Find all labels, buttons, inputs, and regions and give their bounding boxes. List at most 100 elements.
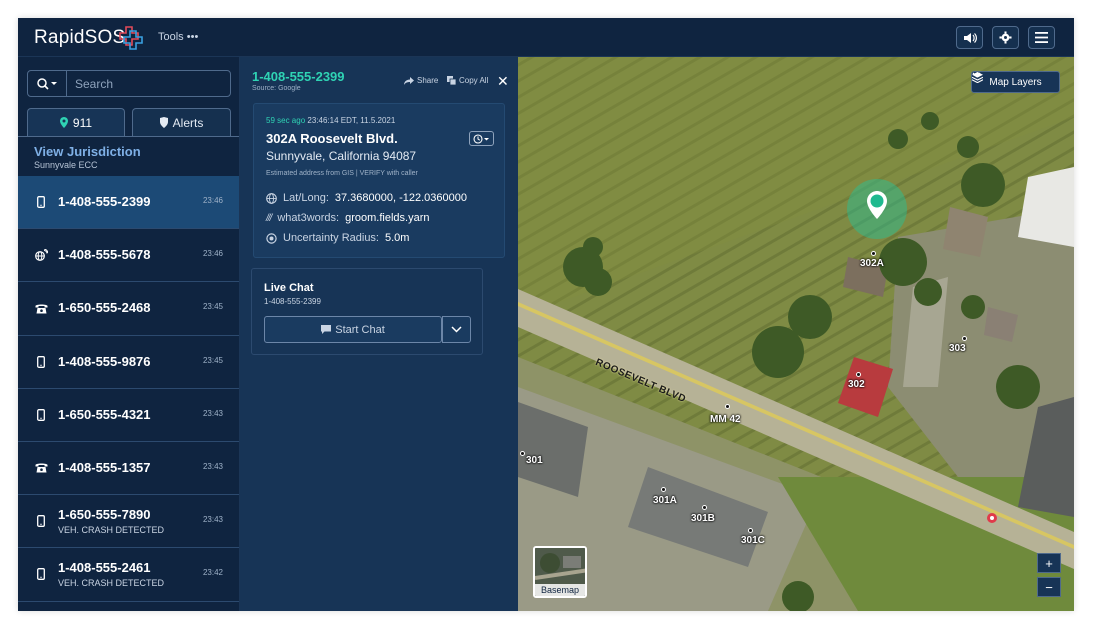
- call-list-item[interactable]: 1-408-555-2399 23:46: [18, 176, 239, 230]
- address-point-marker: [748, 528, 753, 533]
- map-label-301: 301: [526, 455, 543, 466]
- what3words-label: what3words:: [277, 212, 340, 224]
- call-number: 1-650-555-7890: [58, 507, 151, 523]
- rapidsos-logo-icon: [119, 26, 143, 50]
- volume-icon: [963, 32, 977, 43]
- map-label-303: 303: [949, 343, 966, 354]
- uncertainty-row: Uncertainty Radius: 5.0m: [266, 232, 409, 244]
- search-input[interactable]: [68, 71, 230, 96]
- mobile-phone-icon: [34, 408, 48, 422]
- call-list-item[interactable]: 1-408-555-9876 23:45: [18, 335, 239, 389]
- tab-alerts[interactable]: Alerts: [132, 108, 231, 136]
- mobile-phone-icon: [34, 567, 48, 581]
- mobile-phone-icon: [34, 514, 48, 528]
- call-number: 1-408-555-9876: [58, 353, 151, 369]
- shield-icon: [159, 117, 168, 128]
- call-list-item[interactable]: 1-408-555-5678 23:46: [18, 229, 239, 283]
- call-detail-panel: 1-408-555-2399 Source: Google Share Copy…: [240, 57, 518, 611]
- mobile-phone-icon: [34, 355, 48, 369]
- call-list-item[interactable]: 1-650-555-2468 23:45: [18, 282, 239, 336]
- latlong-row: Lat/Long: 37.3680000, -122.0360000: [266, 192, 467, 204]
- basemap-toggle[interactable]: Basemap: [533, 546, 587, 598]
- call-timestamp: 23:46:14 EDT, 11.5.2021: [307, 116, 396, 125]
- jurisdiction-section: View Jurisdiction Sunnyvale ECC: [18, 136, 239, 176]
- latlong-value: 37.3680000, -122.0360000: [334, 192, 467, 204]
- address-point-marker: [962, 336, 967, 341]
- call-time: 23:43: [202, 461, 223, 471]
- map-layers-button[interactable]: Map Layers: [971, 71, 1060, 93]
- incident-marker-icon: [987, 513, 997, 523]
- zoom-in-button[interactable]: +: [1037, 553, 1061, 573]
- call-time: 23:45: [202, 302, 223, 312]
- view-jurisdiction-link[interactable]: View Jurisdiction: [34, 144, 141, 159]
- address-line-1: 302A Roosevelt Blvd.: [266, 131, 398, 146]
- voip-globe-icon: [34, 248, 48, 262]
- map-view[interactable]: 302A 303 302 MM 42 301 301A 301B 301C RO…: [518, 57, 1074, 611]
- search-filter-button[interactable]: [28, 71, 67, 96]
- call-list-item[interactable]: 1-408-555-2461 VEH. CRASH DETECTED 23:42: [18, 548, 239, 602]
- zoom-out-button[interactable]: −: [1037, 577, 1061, 597]
- call-list: 1-408-555-2399 23:46 1-408-555-5678 23:4…: [18, 176, 239, 602]
- start-chat-label: Start Chat: [335, 323, 385, 336]
- map-layers-label: Map Layers: [989, 76, 1042, 88]
- call-time: 23:46: [202, 196, 223, 205]
- call-list-item[interactable]: 1-650-555-7890 VEH. CRASH DETECTED 23:43: [18, 495, 239, 549]
- search-icon: [37, 77, 57, 90]
- what3words-value: groom.fields.yarn: [345, 212, 430, 224]
- location-source: Source: Google: [252, 85, 301, 92]
- chevron-down-icon: [972, 72, 981, 78]
- call-number: 1-650-555-4321: [58, 406, 151, 422]
- location-pin-icon: [59, 117, 68, 128]
- address-point-marker: [702, 505, 707, 510]
- settings-button[interactable]: [992, 26, 1019, 49]
- address-point-marker: [661, 487, 666, 492]
- tab-alerts-label: Alerts: [172, 115, 204, 130]
- landline-phone-icon: [34, 301, 48, 315]
- call-number: 1-408-555-2399: [58, 194, 151, 209]
- call-received-time: 59 sec ago 23:46:14 EDT, 11.5.2021: [266, 116, 395, 125]
- mobile-phone-icon: [34, 195, 48, 209]
- call-list-item[interactable]: 1-408-555-1357 23:43: [18, 441, 239, 496]
- map-label-mm42: MM 42: [710, 414, 741, 425]
- tools-menu[interactable]: Tools •••: [158, 31, 198, 43]
- tab-911[interactable]: 911: [27, 108, 125, 136]
- copy-icon: [447, 76, 456, 85]
- location-history-dropdown[interactable]: [469, 131, 494, 146]
- top-bar: RapidSOS Tools •••: [18, 18, 1074, 57]
- address-point-marker: [871, 251, 876, 256]
- map-label-301a: 301A: [653, 495, 677, 506]
- address-point-marker: [520, 451, 525, 456]
- settings-icon: [999, 31, 1012, 44]
- call-number: 1-408-555-1357: [58, 459, 151, 475]
- what3words-icon: ///: [266, 212, 272, 224]
- menu-icon: [1035, 32, 1048, 43]
- map-label-302: 302: [848, 379, 865, 390]
- call-time: 23:46: [202, 249, 223, 259]
- map-label-301c: 301C: [741, 535, 765, 546]
- caller-number: 1-408-555-2399: [252, 69, 345, 84]
- call-time: 23:45: [202, 355, 223, 365]
- call-queue-panel: 911 Alerts View Jurisdiction Sunnyvale E…: [18, 57, 240, 611]
- time-ago: 59 sec ago: [266, 116, 306, 125]
- address-estimate-note: Estimated address from GIS | VERIFY with…: [266, 170, 418, 177]
- caller-location-pin-icon: [867, 191, 887, 219]
- map-label-301b: 301B: [691, 513, 715, 524]
- chat-options-dropdown[interactable]: [442, 316, 471, 343]
- call-number: 1-408-555-2461: [58, 560, 151, 576]
- app-window: RapidSOS Tools ••• 911 Alerts: [18, 18, 1074, 611]
- call-time: 23:43: [202, 408, 223, 418]
- basemap-label: Basemap: [535, 584, 585, 596]
- main-menu-button[interactable]: [1028, 26, 1055, 49]
- call-alert-text: VEH. CRASH DETECTED: [58, 525, 165, 536]
- address-line-2: Sunnyvale, California 94087: [266, 149, 417, 163]
- what3words-row: /// what3words: groom.fields.yarn: [266, 212, 429, 224]
- copy-all-button[interactable]: Copy All: [447, 76, 488, 85]
- share-button[interactable]: Share: [404, 76, 438, 85]
- call-list-item[interactable]: 1-650-555-4321 23:43: [18, 388, 239, 442]
- share-icon: [404, 76, 414, 85]
- call-number: 1-408-555-5678: [58, 247, 151, 263]
- volume-button[interactable]: [956, 26, 983, 49]
- close-icon[interactable]: ✕: [497, 73, 509, 90]
- start-chat-button[interactable]: Start Chat: [264, 316, 442, 343]
- uncertainty-value: 5.0m: [385, 232, 410, 244]
